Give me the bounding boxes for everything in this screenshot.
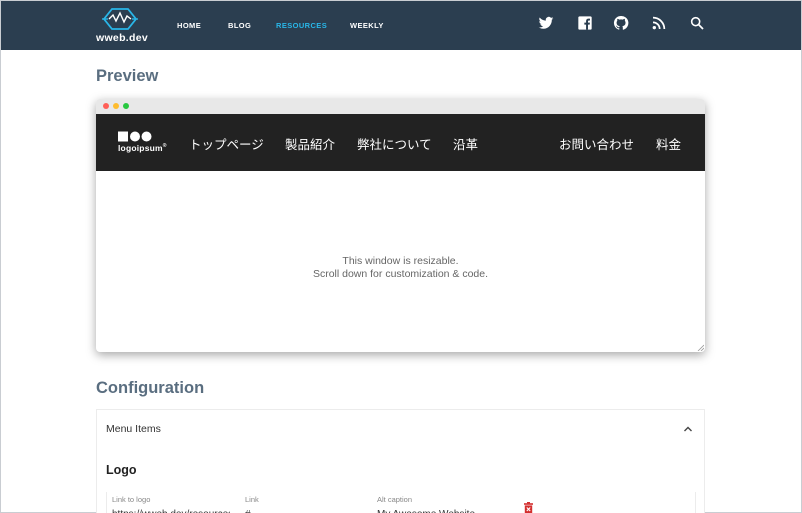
site-nav-bar: wweb.dev HOME BLOG RESOURCES WEEKLY bbox=[1, 1, 801, 50]
nav-resources-link[interactable]: RESOURCES bbox=[276, 21, 327, 30]
nav-blog-link[interactable]: BLOG bbox=[228, 21, 251, 30]
menu-item-products[interactable]: 製品紹介 bbox=[285, 134, 335, 153]
brand-logo-icon bbox=[102, 8, 138, 30]
configuration-heading: Configuration bbox=[96, 379, 205, 397]
delete-trash-icon[interactable] bbox=[523, 502, 534, 513]
preview-window: logoipsum® トップページ 製品紹介 弊社について 沿革 お問い合わせ … bbox=[96, 99, 705, 352]
nav-home-link[interactable]: HOME bbox=[177, 21, 201, 30]
link-to-logo-label: Link to logo bbox=[112, 495, 151, 504]
configuration-panel: Menu Items Logo Link to logo Link Alt ca… bbox=[96, 409, 705, 513]
menu-items-accordion-toggle[interactable]: Menu Items bbox=[97, 410, 704, 448]
menu-item-top-page[interactable]: トップページ bbox=[189, 134, 264, 153]
link-input[interactable] bbox=[245, 506, 363, 513]
maximize-dot-icon bbox=[123, 103, 129, 109]
preview-heading: Preview bbox=[96, 67, 159, 85]
site-brand[interactable]: wweb.dev bbox=[96, 7, 152, 45]
chevron-up-icon bbox=[684, 426, 692, 432]
facebook-icon[interactable] bbox=[577, 15, 593, 31]
github-icon[interactable] bbox=[613, 15, 629, 31]
search-icon[interactable] bbox=[689, 15, 705, 31]
nav-weekly-link[interactable]: WEEKLY bbox=[350, 21, 384, 30]
close-dot-icon bbox=[103, 103, 109, 109]
alt-caption-input[interactable] bbox=[377, 506, 495, 513]
preview-message-line-1: This window is resizable. bbox=[342, 255, 459, 267]
logo-fields-row: Link to logo Link Alt caption bbox=[106, 492, 696, 513]
minimize-dot-icon bbox=[113, 103, 119, 109]
menu-item-about[interactable]: 弊社について bbox=[357, 134, 432, 153]
menu-item-history[interactable]: 沿革 bbox=[453, 134, 478, 153]
accordion-label: Menu Items bbox=[106, 423, 161, 435]
alt-caption-label: Alt caption bbox=[377, 495, 413, 504]
logoipsum-text: logoipsum® bbox=[118, 143, 167, 153]
resize-handle-icon[interactable] bbox=[697, 344, 704, 351]
menu-item-pricing[interactable]: 料金 bbox=[656, 134, 681, 153]
link-to-logo-input[interactable] bbox=[112, 506, 230, 513]
menu-item-contact[interactable]: お問い合わせ bbox=[559, 134, 634, 153]
logoipsum-logo-icon[interactable] bbox=[118, 131, 152, 142]
preview-message: This window is resizable. Scroll down fo… bbox=[96, 255, 705, 280]
demo-header: logoipsum® トップページ 製品紹介 弊社について 沿革 お問い合わせ … bbox=[96, 114, 705, 171]
brand-name: wweb.dev bbox=[96, 32, 148, 44]
logo-group-title: Logo bbox=[106, 463, 137, 477]
rss-icon[interactable] bbox=[651, 15, 667, 31]
link-label: Link bbox=[245, 495, 259, 504]
window-title-bar bbox=[96, 99, 705, 114]
twitter-icon[interactable] bbox=[538, 15, 554, 31]
preview-message-line-2: Scroll down for customization & code. bbox=[312, 267, 489, 280]
